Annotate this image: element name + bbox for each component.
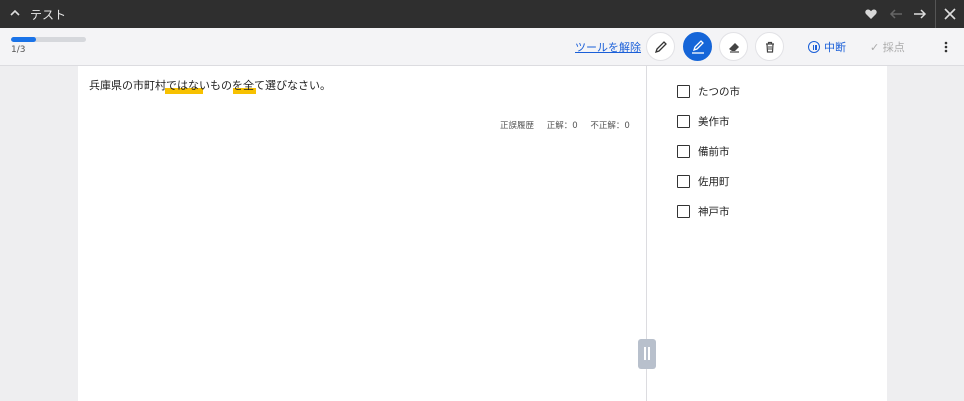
option-item[interactable]: 神戸市	[677, 202, 730, 220]
window-title: テスト	[30, 8, 67, 22]
kebab-menu-icon[interactable]	[940, 40, 952, 54]
pause-button[interactable]: 中断	[808, 39, 846, 55]
progress-bar	[11, 37, 86, 42]
checkbox[interactable]	[677, 114, 690, 128]
option-item[interactable]: 美作市	[677, 112, 730, 130]
resize-handle[interactable]	[638, 339, 656, 369]
option-item[interactable]: 備前市	[677, 142, 730, 160]
question-panel: 兵庫県の市町村ではないものを全て選びなさい。 正誤履歴 正解：0 不正解：0	[78, 66, 646, 401]
checkbox[interactable]	[677, 144, 690, 158]
checkbox[interactable]	[677, 84, 690, 98]
history-label: 正誤履歴	[500, 121, 535, 131]
marker-button[interactable]	[683, 32, 712, 61]
pencil-button[interactable]	[646, 32, 675, 61]
pause-icon	[808, 41, 820, 53]
pencil-icon	[654, 41, 667, 54]
progress-text: 1/3	[11, 45, 26, 55]
checkbox[interactable]	[677, 174, 690, 188]
eraser-icon	[729, 43, 739, 53]
marker-icon	[692, 40, 704, 54]
option-label: 神戸市	[698, 205, 730, 218]
score-button[interactable]: ✓ 採点	[870, 39, 905, 55]
eraser-button[interactable]	[719, 32, 748, 61]
progress-fill	[11, 37, 36, 42]
chevron-up-icon[interactable]	[8, 6, 22, 20]
toolbar: 1/3 ツールを解除 中断 ✓ 採点	[0, 28, 964, 66]
titlebar-divider	[935, 0, 936, 28]
title-bar: テスト	[0, 0, 964, 28]
option-label: 備前市	[698, 145, 730, 158]
question-text: 兵庫県の市町村ではないものを全て選びなさい。	[89, 79, 331, 92]
trash-icon	[766, 41, 774, 53]
pause-label: 中断	[824, 41, 846, 54]
trash-button[interactable]	[755, 32, 784, 61]
option-label: たつの市	[698, 85, 740, 98]
answer-history: 正誤履歴 正解：0 不正解：0	[500, 119, 630, 131]
answer-panel: たつの市 美作市 備前市 佐用町 神戸市	[647, 66, 887, 401]
option-item[interactable]: たつの市	[677, 82, 740, 100]
option-label: 美作市	[698, 115, 730, 128]
arrow-left-icon[interactable]	[888, 7, 904, 21]
incorrect-count: 不正解：0	[590, 121, 630, 131]
correct-count: 正解：0	[546, 121, 578, 131]
option-label: 佐用町	[698, 175, 730, 188]
release-tool-link[interactable]: ツールを解除	[575, 39, 641, 55]
checkbox[interactable]	[677, 204, 690, 218]
heart-icon[interactable]	[864, 7, 878, 21]
close-icon[interactable]	[943, 7, 957, 21]
arrow-right-icon[interactable]	[912, 7, 928, 21]
option-item[interactable]: 佐用町	[677, 172, 730, 190]
